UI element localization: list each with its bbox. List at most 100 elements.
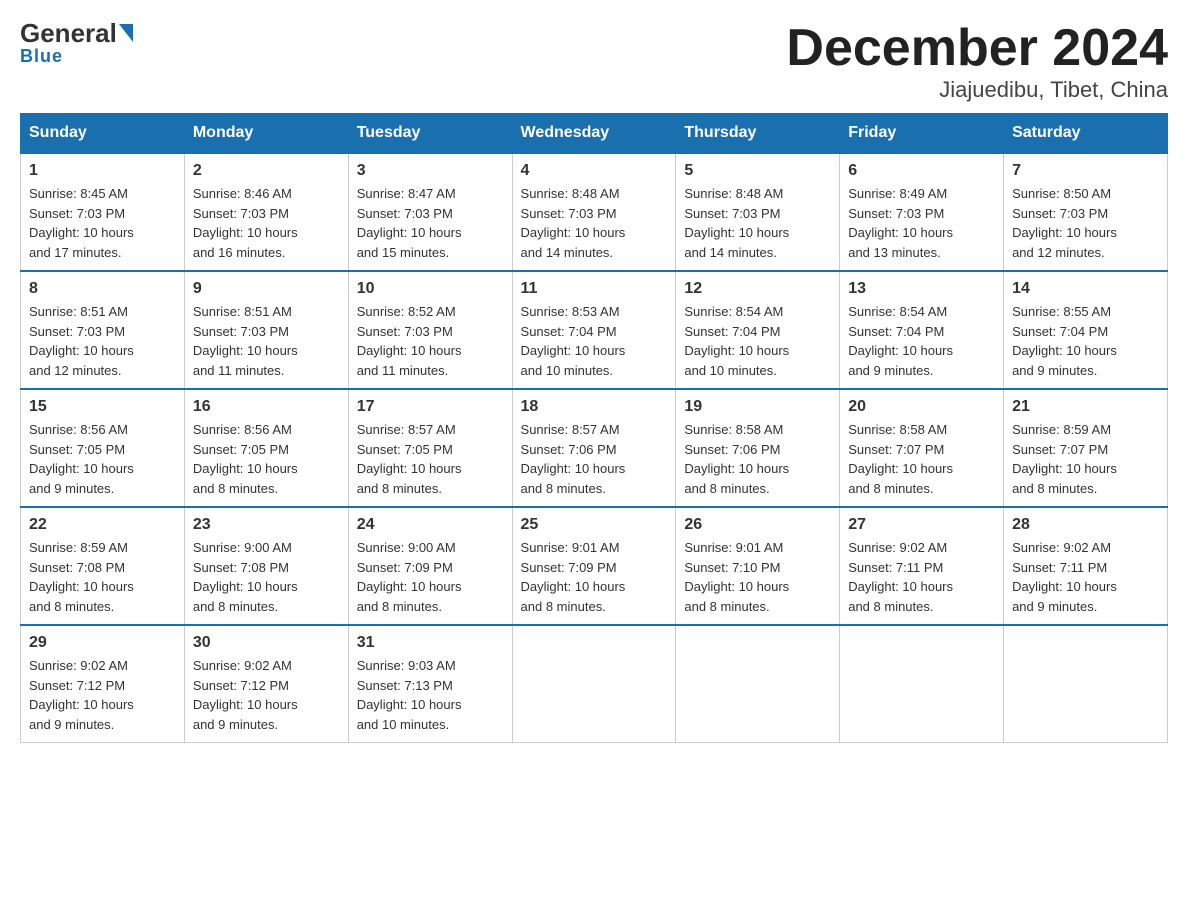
day-info: Sunrise: 8:57 AM Sunset: 7:05 PM Dayligh… xyxy=(357,420,504,498)
calendar-cell xyxy=(840,625,1004,743)
day-number: 19 xyxy=(684,398,831,416)
calendar-cell: 22 Sunrise: 8:59 AM Sunset: 7:08 PM Dayl… xyxy=(21,507,185,625)
day-info: Sunrise: 8:56 AM Sunset: 7:05 PM Dayligh… xyxy=(193,420,340,498)
calendar-cell: 3 Sunrise: 8:47 AM Sunset: 7:03 PM Dayli… xyxy=(348,153,512,271)
calendar-cell: 20 Sunrise: 8:58 AM Sunset: 7:07 PM Dayl… xyxy=(840,389,1004,507)
day-info: Sunrise: 8:57 AM Sunset: 7:06 PM Dayligh… xyxy=(521,420,668,498)
calendar-cell: 26 Sunrise: 9:01 AM Sunset: 7:10 PM Dayl… xyxy=(676,507,840,625)
calendar-cell: 7 Sunrise: 8:50 AM Sunset: 7:03 PM Dayli… xyxy=(1004,153,1168,271)
calendar-cell: 9 Sunrise: 8:51 AM Sunset: 7:03 PM Dayli… xyxy=(184,271,348,389)
calendar-cell: 6 Sunrise: 8:49 AM Sunset: 7:03 PM Dayli… xyxy=(840,153,1004,271)
calendar-cell: 28 Sunrise: 9:02 AM Sunset: 7:11 PM Dayl… xyxy=(1004,507,1168,625)
calendar-cell xyxy=(676,625,840,743)
day-number: 27 xyxy=(848,516,995,534)
day-number: 18 xyxy=(521,398,668,416)
page-header: General Blue December 2024 Jiajuedibu, T… xyxy=(20,20,1168,103)
calendar-subtitle: Jiajuedibu, Tibet, China xyxy=(786,77,1168,103)
day-info: Sunrise: 8:45 AM Sunset: 7:03 PM Dayligh… xyxy=(29,184,176,262)
day-number: 10 xyxy=(357,280,504,298)
col-friday: Friday xyxy=(840,114,1004,154)
calendar-title: December 2024 xyxy=(786,20,1168,77)
day-number: 30 xyxy=(193,634,340,652)
day-info: Sunrise: 9:03 AM Sunset: 7:13 PM Dayligh… xyxy=(357,656,504,734)
day-number: 5 xyxy=(684,162,831,180)
logo-general: General xyxy=(20,20,117,46)
day-number: 12 xyxy=(684,280,831,298)
calendar-table: Sunday Monday Tuesday Wednesday Thursday… xyxy=(20,113,1168,743)
day-number: 4 xyxy=(521,162,668,180)
day-info: Sunrise: 9:00 AM Sunset: 7:08 PM Dayligh… xyxy=(193,538,340,616)
day-number: 21 xyxy=(1012,398,1159,416)
day-info: Sunrise: 9:02 AM Sunset: 7:12 PM Dayligh… xyxy=(193,656,340,734)
day-info: Sunrise: 8:55 AM Sunset: 7:04 PM Dayligh… xyxy=(1012,302,1159,380)
day-number: 6 xyxy=(848,162,995,180)
calendar-cell: 4 Sunrise: 8:48 AM Sunset: 7:03 PM Dayli… xyxy=(512,153,676,271)
day-number: 31 xyxy=(357,634,504,652)
day-number: 22 xyxy=(29,516,176,534)
day-info: Sunrise: 9:02 AM Sunset: 7:11 PM Dayligh… xyxy=(848,538,995,616)
day-number: 14 xyxy=(1012,280,1159,298)
day-info: Sunrise: 8:50 AM Sunset: 7:03 PM Dayligh… xyxy=(1012,184,1159,262)
day-number: 26 xyxy=(684,516,831,534)
day-number: 16 xyxy=(193,398,340,416)
calendar-cell: 21 Sunrise: 8:59 AM Sunset: 7:07 PM Dayl… xyxy=(1004,389,1168,507)
calendar-cell: 30 Sunrise: 9:02 AM Sunset: 7:12 PM Dayl… xyxy=(184,625,348,743)
calendar-week-5: 29 Sunrise: 9:02 AM Sunset: 7:12 PM Dayl… xyxy=(21,625,1168,743)
calendar-cell: 16 Sunrise: 8:56 AM Sunset: 7:05 PM Dayl… xyxy=(184,389,348,507)
day-info: Sunrise: 8:58 AM Sunset: 7:06 PM Dayligh… xyxy=(684,420,831,498)
day-number: 8 xyxy=(29,280,176,298)
calendar-week-4: 22 Sunrise: 8:59 AM Sunset: 7:08 PM Dayl… xyxy=(21,507,1168,625)
day-info: Sunrise: 8:47 AM Sunset: 7:03 PM Dayligh… xyxy=(357,184,504,262)
calendar-cell: 12 Sunrise: 8:54 AM Sunset: 7:04 PM Dayl… xyxy=(676,271,840,389)
calendar-cell: 1 Sunrise: 8:45 AM Sunset: 7:03 PM Dayli… xyxy=(21,153,185,271)
day-number: 7 xyxy=(1012,162,1159,180)
col-wednesday: Wednesday xyxy=(512,114,676,154)
day-number: 3 xyxy=(357,162,504,180)
calendar-cell: 8 Sunrise: 8:51 AM Sunset: 7:03 PM Dayli… xyxy=(21,271,185,389)
day-info: Sunrise: 8:46 AM Sunset: 7:03 PM Dayligh… xyxy=(193,184,340,262)
day-info: Sunrise: 8:58 AM Sunset: 7:07 PM Dayligh… xyxy=(848,420,995,498)
day-number: 13 xyxy=(848,280,995,298)
col-tuesday: Tuesday xyxy=(348,114,512,154)
logo-arrow-icon xyxy=(119,24,133,42)
calendar-header: Sunday Monday Tuesday Wednesday Thursday… xyxy=(21,114,1168,154)
day-info: Sunrise: 9:01 AM Sunset: 7:09 PM Dayligh… xyxy=(521,538,668,616)
logo: General Blue xyxy=(20,20,133,67)
day-number: 9 xyxy=(193,280,340,298)
col-saturday: Saturday xyxy=(1004,114,1168,154)
col-thursday: Thursday xyxy=(676,114,840,154)
col-sunday: Sunday xyxy=(21,114,185,154)
day-number: 2 xyxy=(193,162,340,180)
title-block: December 2024 Jiajuedibu, Tibet, China xyxy=(786,20,1168,103)
day-number: 28 xyxy=(1012,516,1159,534)
calendar-week-3: 15 Sunrise: 8:56 AM Sunset: 7:05 PM Dayl… xyxy=(21,389,1168,507)
calendar-cell xyxy=(512,625,676,743)
day-number: 25 xyxy=(521,516,668,534)
day-number: 20 xyxy=(848,398,995,416)
day-info: Sunrise: 8:48 AM Sunset: 7:03 PM Dayligh… xyxy=(684,184,831,262)
calendar-cell: 25 Sunrise: 9:01 AM Sunset: 7:09 PM Dayl… xyxy=(512,507,676,625)
calendar-week-1: 1 Sunrise: 8:45 AM Sunset: 7:03 PM Dayli… xyxy=(21,153,1168,271)
day-number: 29 xyxy=(29,634,176,652)
calendar-cell: 23 Sunrise: 9:00 AM Sunset: 7:08 PM Dayl… xyxy=(184,507,348,625)
day-info: Sunrise: 8:59 AM Sunset: 7:08 PM Dayligh… xyxy=(29,538,176,616)
day-info: Sunrise: 8:48 AM Sunset: 7:03 PM Dayligh… xyxy=(521,184,668,262)
calendar-cell: 15 Sunrise: 8:56 AM Sunset: 7:05 PM Dayl… xyxy=(21,389,185,507)
day-info: Sunrise: 8:54 AM Sunset: 7:04 PM Dayligh… xyxy=(848,302,995,380)
day-info: Sunrise: 8:51 AM Sunset: 7:03 PM Dayligh… xyxy=(193,302,340,380)
calendar-body: 1 Sunrise: 8:45 AM Sunset: 7:03 PM Dayli… xyxy=(21,153,1168,743)
day-number: 23 xyxy=(193,516,340,534)
calendar-cell: 2 Sunrise: 8:46 AM Sunset: 7:03 PM Dayli… xyxy=(184,153,348,271)
day-info: Sunrise: 8:59 AM Sunset: 7:07 PM Dayligh… xyxy=(1012,420,1159,498)
day-info: Sunrise: 8:54 AM Sunset: 7:04 PM Dayligh… xyxy=(684,302,831,380)
day-info: Sunrise: 8:52 AM Sunset: 7:03 PM Dayligh… xyxy=(357,302,504,380)
day-info: Sunrise: 9:02 AM Sunset: 7:12 PM Dayligh… xyxy=(29,656,176,734)
day-number: 11 xyxy=(521,280,668,298)
calendar-cell: 5 Sunrise: 8:48 AM Sunset: 7:03 PM Dayli… xyxy=(676,153,840,271)
day-info: Sunrise: 8:56 AM Sunset: 7:05 PM Dayligh… xyxy=(29,420,176,498)
header-row: Sunday Monday Tuesday Wednesday Thursday… xyxy=(21,114,1168,154)
calendar-cell: 13 Sunrise: 8:54 AM Sunset: 7:04 PM Dayl… xyxy=(840,271,1004,389)
calendar-cell: 19 Sunrise: 8:58 AM Sunset: 7:06 PM Dayl… xyxy=(676,389,840,507)
day-info: Sunrise: 9:02 AM Sunset: 7:11 PM Dayligh… xyxy=(1012,538,1159,616)
calendar-cell xyxy=(1004,625,1168,743)
